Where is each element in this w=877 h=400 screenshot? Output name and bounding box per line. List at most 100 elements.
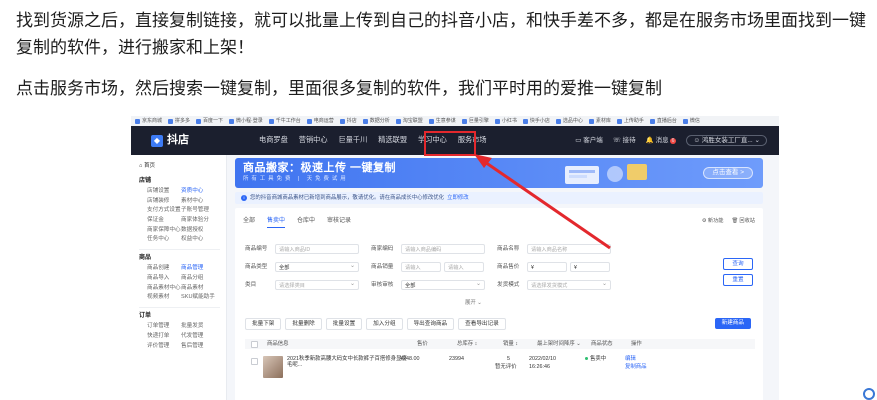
sidebar-item[interactable]: 保证金	[147, 217, 181, 224]
sidebar-item[interactable]: 支付方式设置	[147, 207, 181, 214]
sidebar-item[interactable]: 评价管理	[147, 343, 181, 350]
merchant-code-input[interactable]: 请输入商品编码	[401, 244, 485, 254]
sidebar-item[interactable]: 商品素材中心	[147, 285, 181, 292]
sidebar-item[interactable]: 素材中心	[181, 198, 229, 205]
add-to-group-button[interactable]: 加入分组	[366, 318, 403, 330]
sidebar-item[interactable]: 售后管理	[181, 343, 229, 350]
sidebar-item[interactable]: 子账号管理	[181, 207, 229, 214]
product-title[interactable]: 2021秋季新款高腰大码女中长款裤子百搭修身显瘦毛呢...	[287, 356, 407, 369]
sidebar-item[interactable]: 权益中心	[181, 236, 229, 243]
product-sales-sub: 暂无评价	[495, 364, 517, 370]
export-products-button[interactable]: 导出查询商品	[406, 318, 455, 330]
export-records-button[interactable]: 查看导出记录	[458, 318, 506, 330]
sidebar-item[interactable]: 任务中心	[147, 236, 181, 243]
nav-item-alliance[interactable]: 精选联盟	[378, 136, 407, 145]
batch-delete-button[interactable]: 批量删除	[285, 318, 322, 330]
batch-settings-button[interactable]: 批量设置	[325, 318, 363, 330]
sidebar-item[interactable]: 商品导入	[147, 275, 181, 282]
sidebar-item[interactable]: 资质中心	[181, 188, 229, 195]
nav-item-compass[interactable]: 电商罗盘	[259, 136, 288, 145]
sales-max-input[interactable]: 请输入	[444, 262, 484, 272]
batch-delist-button[interactable]: 批量下架	[245, 318, 282, 330]
sidebar-item[interactable]: SKU赋能助手	[181, 294, 229, 301]
bookmark-item[interactable]: 选品中心	[555, 118, 583, 124]
bookmark-item[interactable]: 数据分析	[362, 118, 390, 124]
sidebar-item[interactable]: 店铺设置	[147, 188, 181, 195]
expand-filters-toggle[interactable]: 展开 ⌄	[465, 300, 482, 306]
sales-min-input[interactable]: 请输入	[401, 262, 441, 272]
bookmark-item[interactable]: 微信	[682, 118, 700, 124]
bookmark-item[interactable]: 京东商城	[135, 118, 162, 124]
floating-edge-icon[interactable]	[863, 388, 875, 400]
reset-button[interactable]: 重置	[723, 274, 753, 286]
tab-warehouse[interactable]: 仓库中	[297, 218, 315, 228]
sidebar-group-title[interactable]: 订单	[139, 313, 226, 320]
select-all-checkbox[interactable]	[251, 341, 258, 350]
bookmark-item[interactable]: 生意参谋	[428, 118, 456, 124]
search-button[interactable]: 查询	[723, 258, 753, 270]
sidebar-item[interactable]: 订单管理	[147, 323, 181, 330]
sidebar-item[interactable]: 视频素材	[147, 294, 181, 301]
col-sales[interactable]: 销量 ↕	[503, 341, 518, 347]
sidebar-item[interactable]: 商品管理	[181, 265, 229, 272]
bookmark-label: 微小程·登录	[236, 118, 263, 124]
product-name-input[interactable]: 请输入商品名称	[527, 244, 611, 254]
row-checkbox[interactable]	[251, 358, 258, 367]
copy-product-link[interactable]: 复制商品	[625, 364, 647, 370]
bookmark-item[interactable]: 快手小店	[522, 118, 550, 124]
bookmark-item[interactable]: 直播后台	[649, 118, 677, 124]
bookmark-item[interactable]: 素材库	[588, 118, 611, 124]
app-logo[interactable]: ◆ 抖店	[151, 134, 189, 147]
tab-audit-records[interactable]: 审核记录	[327, 218, 351, 228]
sidebar-item[interactable]: 快递打单	[147, 333, 181, 340]
recycle-bin-link[interactable]: 🗑 回收站	[731, 218, 755, 224]
bookmark-item[interactable]: 上传助手	[616, 118, 644, 124]
tab-all[interactable]: 全部	[243, 218, 255, 228]
price-max-input[interactable]: ¥	[570, 262, 610, 272]
sidebar-item-home[interactable]: ⌂ 首页	[139, 163, 226, 170]
bookmark-item[interactable]: 千牛工作台	[268, 118, 301, 124]
sidebar-group-title[interactable]: 店铺	[139, 178, 226, 185]
nav-item-qianchuan[interactable]: 巨量千川	[339, 136, 368, 145]
price-min-input[interactable]: ¥	[527, 262, 567, 272]
shipping-mode-select[interactable]: 请选择发货模式	[527, 279, 611, 290]
bookmark-item[interactable]: 小红书	[494, 118, 517, 124]
sidebar-item[interactable]: 商家保障中心	[147, 227, 181, 234]
promo-banner[interactable]: 商品搬家：极速上传 一键复制 所有工具免费 | 天免费试用 点击查看 >	[235, 158, 763, 188]
sidebar-group-title[interactable]: 商品	[139, 255, 226, 262]
bookmark-item[interactable]: 拼多多	[168, 118, 190, 124]
bookmark-item[interactable]: 巨量引擎	[461, 118, 489, 124]
new-feature-link[interactable]: ⚙ 新功能	[702, 218, 724, 224]
sidebar-item[interactable]: 批量发货	[181, 323, 229, 330]
nav-item-marketing[interactable]: 营销中心	[299, 136, 328, 145]
new-product-button[interactable]: 新建商品	[714, 318, 751, 329]
bookmark-label: 电商运营	[313, 118, 334, 124]
notice-link[interactable]: 立即修改	[447, 195, 469, 201]
category-select[interactable]: 请选择类目	[275, 279, 359, 290]
product-id-input[interactable]: 请输入商品ID	[275, 244, 359, 254]
sidebar-item[interactable]: 店铺装修	[147, 198, 181, 205]
col-stock[interactable]: 总库存 ↕	[457, 341, 477, 347]
sidebar-item[interactable]: 商品素材	[181, 285, 229, 292]
sidebar-item[interactable]: 数据授权	[181, 227, 229, 234]
product-type-select[interactable]: 全部	[275, 261, 359, 272]
tab-on-sale[interactable]: 售卖中	[267, 218, 286, 229]
bookmark-item[interactable]: 百度一下	[196, 118, 223, 124]
sidebar-item[interactable]: 商品分组	[181, 275, 229, 282]
batch-actions: 批量下架 批量删除 批量设置 加入分组 导出查询商品 查看导出记录	[245, 318, 506, 330]
banner-view-button[interactable]: 点击查看 >	[703, 167, 753, 179]
message-link[interactable]: 🔔 消息 6	[646, 137, 677, 145]
shop-switcher[interactable]: ☺ 鸿胜女装工厂直... ⌄	[686, 134, 767, 147]
bookmark-item[interactable]: 电商运营	[306, 118, 334, 124]
sidebar-item[interactable]: 商品创建	[147, 265, 181, 272]
client-link[interactable]: ▭ 客户端	[575, 137, 602, 145]
sidebar-item[interactable]: 商家体验分	[181, 217, 229, 224]
col-listed-time[interactable]: 最上架时间降序 ⌄	[537, 341, 581, 347]
bookmark-item[interactable]: 淘宝联盟	[395, 118, 423, 124]
sidebar-item[interactable]: 代发管理	[181, 333, 229, 340]
bookmark-item[interactable]: 抖店	[339, 118, 357, 124]
reception-link[interactable]: ☏ 接待	[613, 137, 636, 145]
bookmark-item[interactable]: 微小程·登录	[229, 118, 263, 124]
audit-status-select[interactable]: 全部	[401, 279, 485, 290]
edit-link[interactable]: 编辑	[625, 356, 636, 362]
